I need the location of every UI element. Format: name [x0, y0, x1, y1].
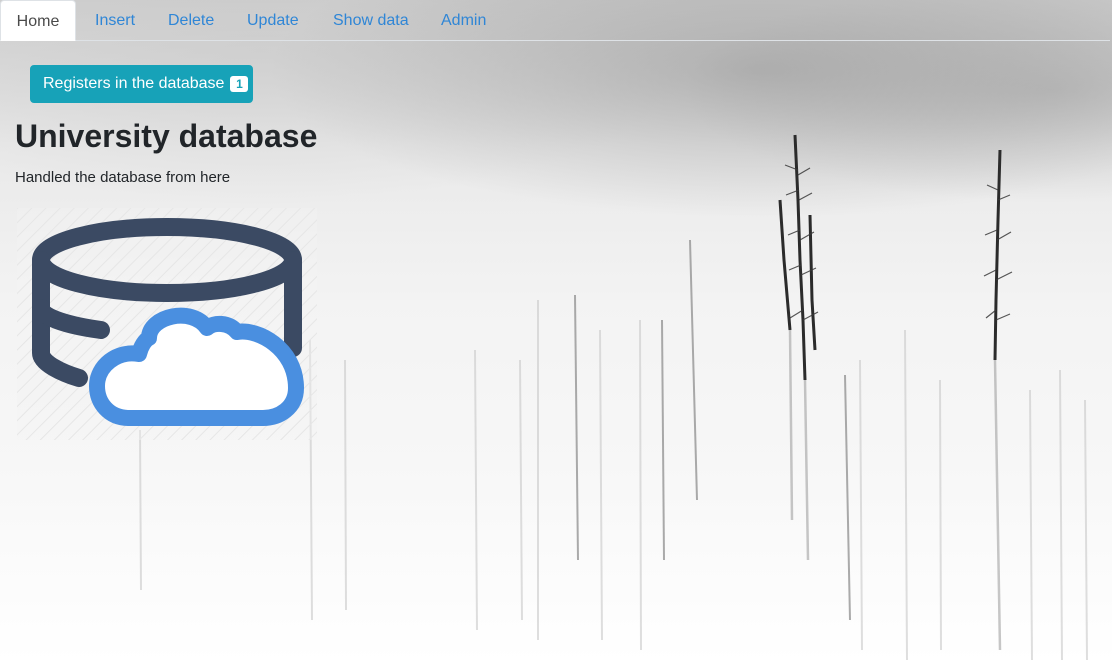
database-cloud-icon — [17, 208, 317, 440]
registers-button[interactable]: Registers in the database 1 — [30, 65, 253, 103]
registers-button-label: Registers in the database — [43, 75, 225, 92]
registers-count-badge: 1 — [230, 76, 249, 92]
page-subtitle: Handled the database from here — [15, 169, 231, 186]
page-title: University database — [15, 118, 318, 154]
main-content: Registers in the database 1 University d… — [0, 0, 1112, 663]
